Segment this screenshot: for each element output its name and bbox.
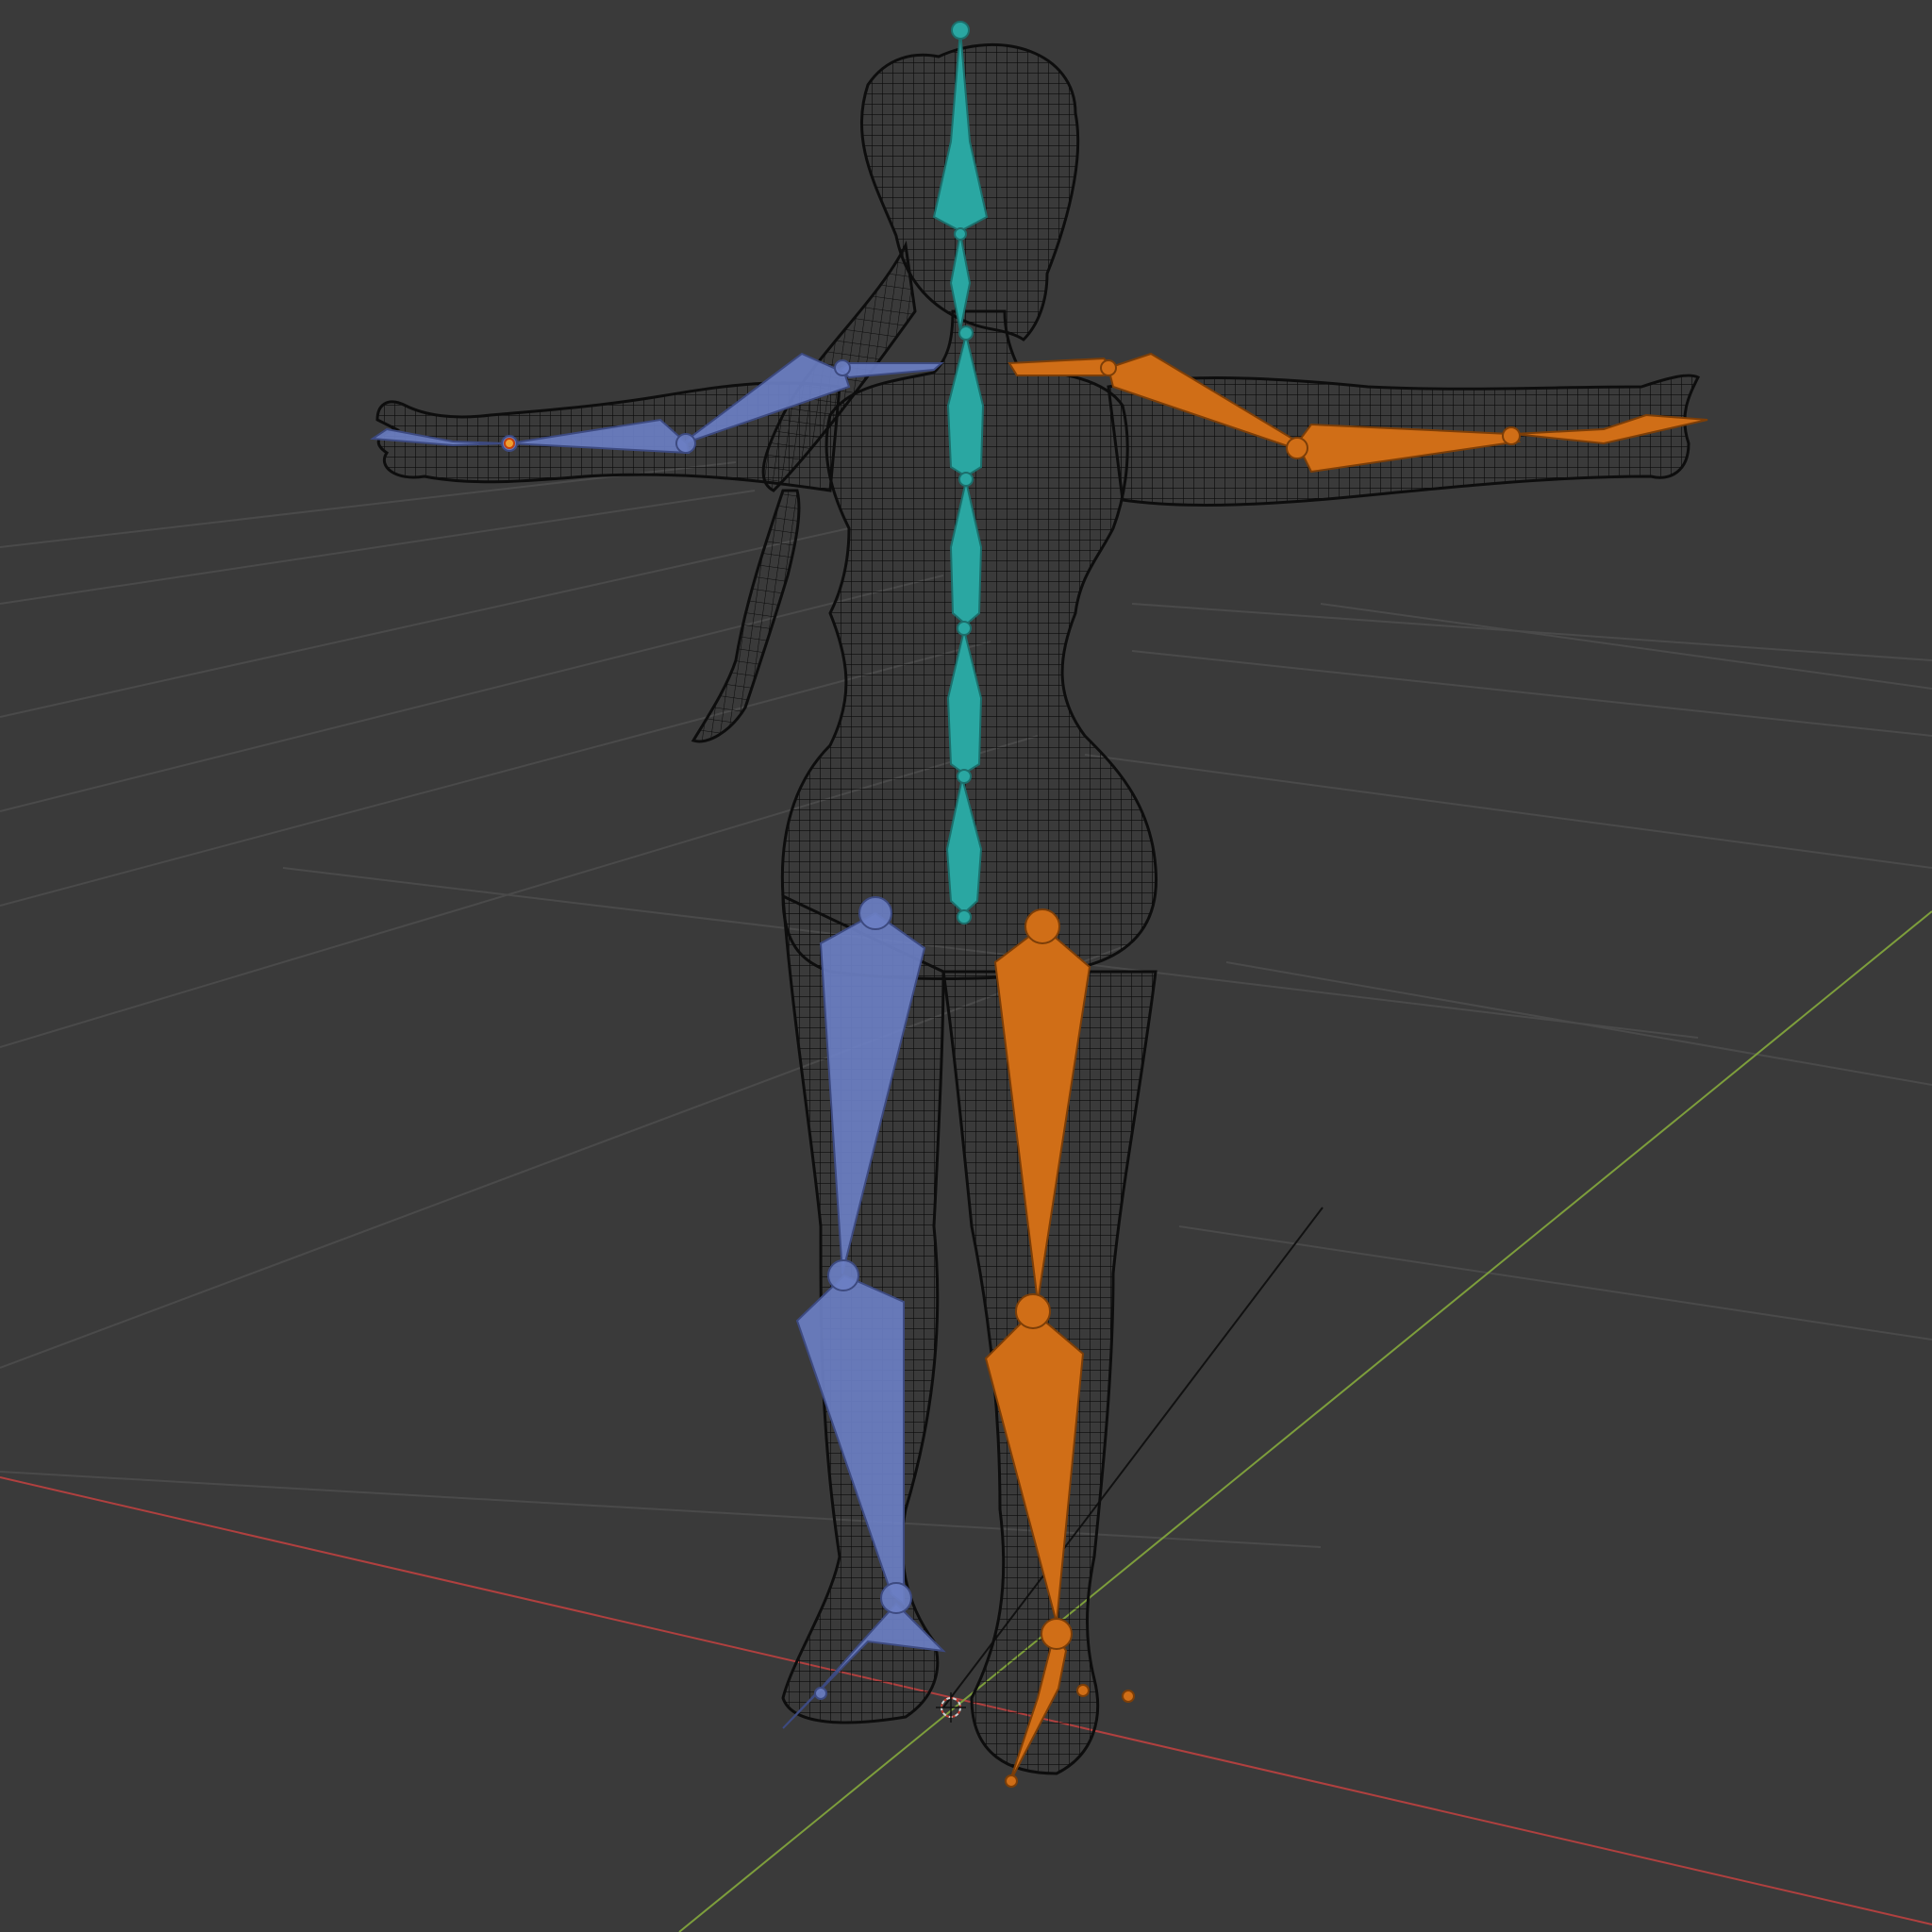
bone-clavicle-r bbox=[1008, 357, 1115, 376]
object-origin-icon bbox=[504, 438, 515, 449]
viewport-scene[interactable] bbox=[0, 0, 1932, 1932]
joint-knee-r bbox=[1015, 1293, 1051, 1329]
x-axis-line bbox=[0, 1476, 1932, 1925]
3d-viewport[interactable] bbox=[0, 0, 1932, 1932]
joint-shoulder-r bbox=[1100, 359, 1117, 376]
joint-shoulder-l bbox=[834, 359, 851, 376]
joint-wrist-r bbox=[1502, 426, 1521, 445]
joint-elbow-l bbox=[675, 433, 696, 454]
joint-hip-l bbox=[858, 896, 892, 930]
joint-ankle-r bbox=[1041, 1618, 1073, 1650]
joint-ankle-l bbox=[880, 1582, 912, 1614]
joint-hip-r bbox=[1024, 908, 1060, 944]
joint-elbow-r bbox=[1286, 437, 1308, 459]
joint-knee-l bbox=[827, 1259, 859, 1291]
